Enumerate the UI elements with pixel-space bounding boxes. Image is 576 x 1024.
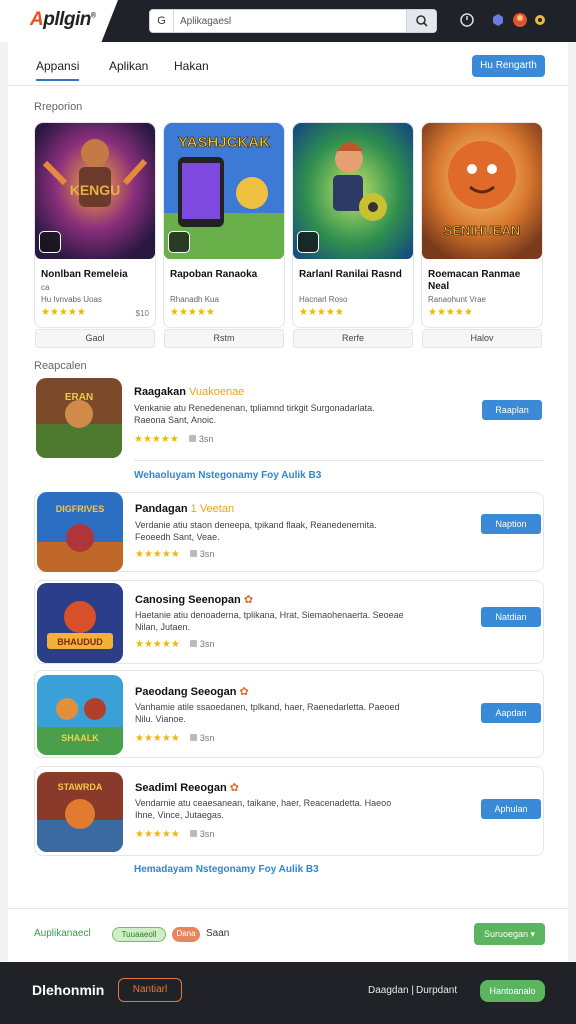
list-item[interactable]: BHAUDUD Canosing Seenopan ✿ Haetanie ati… bbox=[34, 580, 544, 664]
card-line2: ca bbox=[41, 283, 50, 292]
orange-tag-pill[interactable]: Dana bbox=[172, 927, 200, 942]
footer-label: Auplikanaecl bbox=[34, 928, 91, 939]
card-title: Nonlban Remeleia bbox=[41, 269, 128, 280]
featured-section-label: Rreporion bbox=[34, 101, 83, 113]
item-description: Vendarnie atu ceaesanean, taikane, haer,… bbox=[135, 798, 392, 820]
tab-bar: Appansi Aplikan Hakan Hu Rengarth bbox=[8, 42, 568, 86]
item-meta: ★★★★★ 3sn bbox=[135, 639, 215, 650]
item-meta: ★★★★★ 3sn bbox=[135, 549, 215, 560]
list-item[interactable]: DIGFRIVES Pandagan 1 Veetan Verdanie ati… bbox=[34, 492, 544, 572]
game-badge-icon bbox=[297, 231, 319, 253]
item-action-button[interactable]: Aphulan bbox=[481, 799, 541, 819]
game-art: SENIHUEAN bbox=[422, 123, 542, 259]
more-link[interactable]: Wehaoluyam Nstegonamy Foy Aulik B3 bbox=[134, 470, 321, 481]
item-action-button[interactable]: Natdian bbox=[481, 607, 541, 627]
footer-text: Saan bbox=[206, 928, 230, 939]
item-title: Seadiml Reeogan ✿ bbox=[135, 782, 239, 794]
item-meta: ★★★★★ 3sn bbox=[134, 434, 214, 445]
item-action-button[interactable]: Aapdan bbox=[481, 703, 541, 723]
bottom-bar: Dlehonmin Nantiarl Daagdan | Durpdant Ha… bbox=[0, 962, 576, 1024]
item-action-button[interactable]: Raaplan bbox=[482, 400, 542, 420]
card-button[interactable]: Halov bbox=[422, 329, 542, 348]
featured-card[interactable]: SENIHUEAN Roemacan Ranmae Neal Ranaohunt… bbox=[421, 122, 543, 328]
more-link[interactable]: Hemadayam Nstegonamy Foy Aulik B3 bbox=[134, 864, 319, 875]
item-title: Paeodang Seeogan ✿ bbox=[135, 686, 249, 698]
item-description: Haetanie atiu denoaderna, tplikana, Hrat… bbox=[135, 610, 404, 632]
logo-area[interactable]: Apllgin® bbox=[0, 0, 118, 42]
top-bar: Apllgin® G bbox=[0, 0, 576, 42]
card-button[interactable]: Rstm bbox=[164, 329, 284, 348]
card-price: $10 bbox=[135, 309, 149, 318]
item-description: Venkanie atu Renedenenan, tpliamnd tirkg… bbox=[134, 403, 375, 425]
item-meta: ★★★★★ 3sn bbox=[135, 733, 215, 744]
search-button[interactable] bbox=[406, 10, 436, 32]
featured-card[interactable]: KENGU Nonlban Remeleia ca Hu Ivnvabs Uoa… bbox=[34, 122, 156, 328]
rating-stars: ★★★★★ bbox=[170, 307, 215, 318]
svg-text:BHAUDUD: BHAUDUD bbox=[57, 637, 103, 647]
tab-aplikan[interactable]: Aplikan bbox=[109, 59, 148, 73]
game-thumbnail: BHAUDUD bbox=[37, 583, 123, 663]
svg-text:YASHJCKAK: YASHJCKAK bbox=[178, 134, 270, 151]
item-title: Raagakan Vuakoenae bbox=[134, 386, 245, 398]
settings-gear-icon[interactable] bbox=[532, 12, 548, 28]
featured-card[interactable]: YASHJCKAK Rapoban Ranaoka Rhanadh Kua ★★… bbox=[163, 122, 285, 328]
outline-button[interactable]: Nantiarl bbox=[118, 978, 182, 1002]
list-item[interactable]: ERAN Raagakan Vuakoenae Venkanie atu Ren… bbox=[34, 376, 544, 460]
card-subtitle: Hacnarl Roso bbox=[299, 295, 348, 304]
card-button[interactable]: Rerfe bbox=[293, 329, 413, 348]
list-item[interactable]: STAWRDA Seadiml Reeogan ✿ Vendarnie atu … bbox=[34, 766, 544, 856]
game-badge-icon bbox=[168, 231, 190, 253]
list-item[interactable]: SHAALK Paeodang Seeogan ✿ Vanhamie atile… bbox=[34, 670, 544, 758]
divider bbox=[134, 460, 544, 461]
item-title: Pandagan 1 Veetan bbox=[135, 503, 235, 515]
game-thumbnail: SHAALK bbox=[37, 675, 123, 755]
footer-dropdown-button[interactable]: Suruoegan ▾ bbox=[474, 923, 545, 945]
game-thumbnail: ERAN bbox=[36, 378, 122, 458]
green-tag-pill[interactable]: Tuuaaeoll bbox=[112, 927, 166, 942]
search-prefix-icon: G bbox=[150, 10, 174, 32]
svg-text:KENGU: KENGU bbox=[70, 182, 121, 198]
item-title: Canosing Seenopan ✿ bbox=[135, 594, 254, 606]
card-title: Rapoban Ranaoka bbox=[170, 269, 258, 280]
game-thumbnail: STAWRDA bbox=[37, 772, 123, 852]
svg-text:SHAALK: SHAALK bbox=[61, 733, 99, 743]
item-description: Verdanie atiu staon deneepa, tpikand fla… bbox=[135, 520, 377, 542]
svg-text:SENIHUEAN: SENIHUEAN bbox=[444, 223, 521, 238]
card-button[interactable]: Gaol bbox=[35, 329, 155, 348]
dashboard-icon[interactable] bbox=[459, 12, 475, 28]
svg-text:STAWRDA: STAWRDA bbox=[58, 782, 103, 792]
card-title: Rarlanl Ranilai Rasnd bbox=[299, 269, 402, 280]
svg-text:ERAN: ERAN bbox=[65, 392, 93, 403]
game-thumbnail: DIGFRIVES bbox=[37, 492, 123, 572]
rating-stars: ★★★★★ bbox=[299, 307, 344, 318]
footer-link-2[interactable]: Durpdant bbox=[416, 985, 457, 996]
avatar-icon[interactable] bbox=[512, 12, 528, 28]
rating-stars: ★★★★★ bbox=[41, 307, 86, 318]
green-action-button[interactable]: Hantoanalo bbox=[480, 980, 545, 1002]
filter-footer: Auplikanaecl Tuuaaeoll Dana Saan Suruoeg… bbox=[8, 908, 568, 962]
featured-card[interactable]: Rarlanl Ranilai Rasnd Hacnarl Roso ★★★★★ bbox=[292, 122, 414, 328]
search-input[interactable] bbox=[180, 12, 400, 30]
app-logo[interactable]: Apllgin® bbox=[30, 9, 96, 31]
list-section-label: Reapcalen bbox=[34, 360, 87, 372]
footer-logo[interactable]: Dlehonmin bbox=[32, 982, 104, 998]
rating-stars: ★★★★★ bbox=[428, 307, 473, 318]
item-action-button[interactable]: Naption bbox=[481, 514, 541, 534]
item-meta: ★★★★★ 3sn bbox=[135, 829, 215, 840]
main-panel: Appansi Aplikan Hakan Hu Rengarth Rrepor… bbox=[8, 42, 568, 962]
card-subtitle: Ranaohunt Vrae bbox=[428, 295, 486, 304]
search-bar[interactable]: G bbox=[149, 9, 437, 33]
svg-text:DIGFRIVES: DIGFRIVES bbox=[56, 504, 105, 514]
card-subtitle: Rhanadh Kua bbox=[170, 295, 219, 304]
card-subtitle: Hu Ivnvabs Uoas bbox=[41, 295, 102, 304]
search-icon bbox=[416, 15, 428, 27]
game-badge-icon bbox=[39, 231, 61, 253]
tab-appansi[interactable]: Appansi bbox=[36, 59, 80, 81]
tab-hakan[interactable]: Hakan bbox=[174, 59, 209, 73]
puzzle-icon[interactable] bbox=[490, 12, 506, 28]
header-action-button[interactable]: Hu Rengarth bbox=[472, 55, 545, 77]
footer-link-1[interactable]: Daagdan | bbox=[368, 985, 414, 996]
item-description: Vanhamie atile ssaoedanen, tplkand, haer… bbox=[135, 702, 400, 724]
card-title: Roemacan Ranmae Neal bbox=[428, 269, 521, 292]
